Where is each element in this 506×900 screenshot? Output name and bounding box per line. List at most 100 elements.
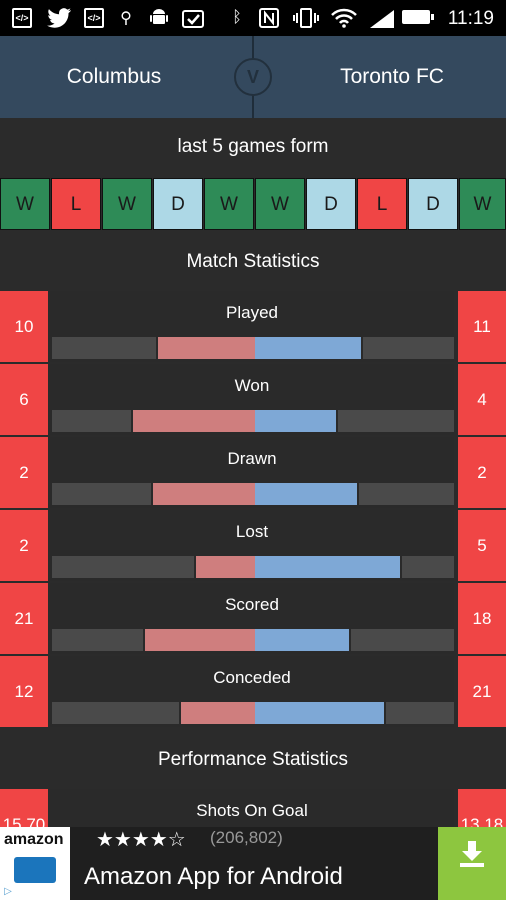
stat-row-played: 10 Played 11 xyxy=(0,291,506,363)
away-team-name[interactable]: Toronto FC xyxy=(278,36,506,118)
cart-icon xyxy=(14,857,56,883)
wifi-icon xyxy=(330,8,358,28)
bar-empty-left xyxy=(52,702,179,724)
home-form-1: W xyxy=(0,178,50,230)
home-bar xyxy=(181,702,255,724)
comparison-bar xyxy=(52,337,454,359)
stat-row-conceded: 12 Conceded 21 xyxy=(0,656,506,728)
bar-empty-left xyxy=(52,410,131,432)
stat-label: Scored xyxy=(225,595,279,614)
stat-label: Conceded xyxy=(213,668,291,687)
twitter-icon xyxy=(46,8,72,28)
bar-empty-left xyxy=(52,337,156,359)
bar-empty-left xyxy=(52,629,143,651)
away-bar xyxy=(255,410,336,432)
comparison-bar xyxy=(52,629,454,651)
download-icon xyxy=(460,841,484,867)
stat-panel: Conceded xyxy=(50,656,454,727)
clock-time: 11:19 xyxy=(447,8,494,29)
comparison-bar xyxy=(52,556,454,578)
home-bar xyxy=(196,556,255,578)
stat-panel: Scored xyxy=(50,583,454,654)
form-row: W L W D W W D L D W xyxy=(0,178,506,230)
code-icon: </> xyxy=(84,8,104,28)
stat-label: Lost xyxy=(235,522,269,541)
away-form-1: W xyxy=(255,178,305,230)
away-form-5: W xyxy=(459,178,506,230)
home-bar xyxy=(133,410,255,432)
stat-label: Drawn xyxy=(227,449,277,468)
home-value: 10 xyxy=(0,291,48,362)
nfc-icon xyxy=(258,8,280,28)
vibrate-icon xyxy=(292,8,320,28)
comparison-bar xyxy=(52,410,454,432)
stat-label: Played xyxy=(226,303,278,322)
stat-panel: Won xyxy=(50,364,454,435)
home-value: 21 xyxy=(0,583,48,654)
bar-empty-right xyxy=(402,556,454,578)
stat-panel: Played xyxy=(50,291,454,362)
stat-row-scored: 21 Scored 18 xyxy=(0,583,506,655)
battery-icon xyxy=(402,10,434,24)
stat-row-drawn: 2 Drawn 2 xyxy=(0,437,506,509)
bar-empty-right xyxy=(386,702,454,724)
status-bar: </> </> ⚲ ᛒ 11:19 xyxy=(0,0,506,36)
bar-empty-right xyxy=(338,410,454,432)
home-form-4: D xyxy=(153,178,203,230)
match-header: Columbus V Toronto FC xyxy=(0,36,506,118)
home-team-name[interactable]: Columbus xyxy=(0,36,228,118)
home-form-3: W xyxy=(102,178,152,230)
away-form-3: L xyxy=(357,178,407,230)
away-value: 5 xyxy=(458,510,506,581)
stat-panel: Drawn xyxy=(50,437,454,508)
bar-empty-right xyxy=(351,629,454,651)
download-button[interactable] xyxy=(438,827,506,900)
home-bar xyxy=(145,629,255,651)
review-count: (206,802) xyxy=(210,828,283,847)
away-form-2: D xyxy=(306,178,356,230)
home-value: 12 xyxy=(0,656,48,727)
bar-empty-right xyxy=(359,483,454,505)
home-value: 2 xyxy=(0,510,48,581)
match-stats-title: Match Statistics xyxy=(186,251,320,272)
away-bar xyxy=(255,337,361,359)
away-value: 2 xyxy=(458,437,506,508)
bar-empty-left xyxy=(52,483,151,505)
away-bar xyxy=(255,483,357,505)
away-form-4: D xyxy=(408,178,458,230)
bar-empty-right xyxy=(363,337,454,359)
ad-banner[interactable]: amazon ★★★★☆ (206,802) Amazon App for An… xyxy=(0,827,506,900)
comparison-bar xyxy=(52,702,454,724)
usb-icon: ⚲ xyxy=(120,10,132,27)
home-bar xyxy=(153,483,255,505)
away-bar xyxy=(255,629,349,651)
ad-title[interactable]: Amazon App for Android xyxy=(84,863,343,891)
form-section-title: last 5 games form xyxy=(177,136,329,157)
home-value: 6 xyxy=(0,364,48,435)
home-form-2: L xyxy=(51,178,101,230)
clipboard-check-icon xyxy=(180,8,206,28)
versus-icon: V xyxy=(234,58,272,96)
away-bar xyxy=(255,556,400,578)
bluetooth-icon: ᛒ xyxy=(232,9,242,26)
away-value: 11 xyxy=(458,291,506,362)
performance-stats-title: Performance Statistics xyxy=(157,749,349,770)
code-icon: </> xyxy=(12,8,32,28)
rating-stars: ★★★★☆ xyxy=(96,829,186,851)
signal-icon xyxy=(370,10,394,28)
comparison-bar xyxy=(52,483,454,505)
home-form-5: W xyxy=(204,178,254,230)
stat-row-lost: 2 Lost 5 xyxy=(0,510,506,582)
stat-label: Won xyxy=(234,376,270,395)
stat-panel: Lost xyxy=(50,510,454,581)
android-icon xyxy=(148,8,170,28)
away-value: 21 xyxy=(458,656,506,727)
adchoices-icon[interactable]: ▷ xyxy=(0,884,16,900)
home-value: 2 xyxy=(0,437,48,508)
away-value: 18 xyxy=(458,583,506,654)
home-bar xyxy=(158,337,255,359)
bar-empty-left xyxy=(52,556,194,578)
stat-row-won: 6 Won 4 xyxy=(0,364,506,436)
away-bar xyxy=(255,702,384,724)
away-value: 4 xyxy=(458,364,506,435)
